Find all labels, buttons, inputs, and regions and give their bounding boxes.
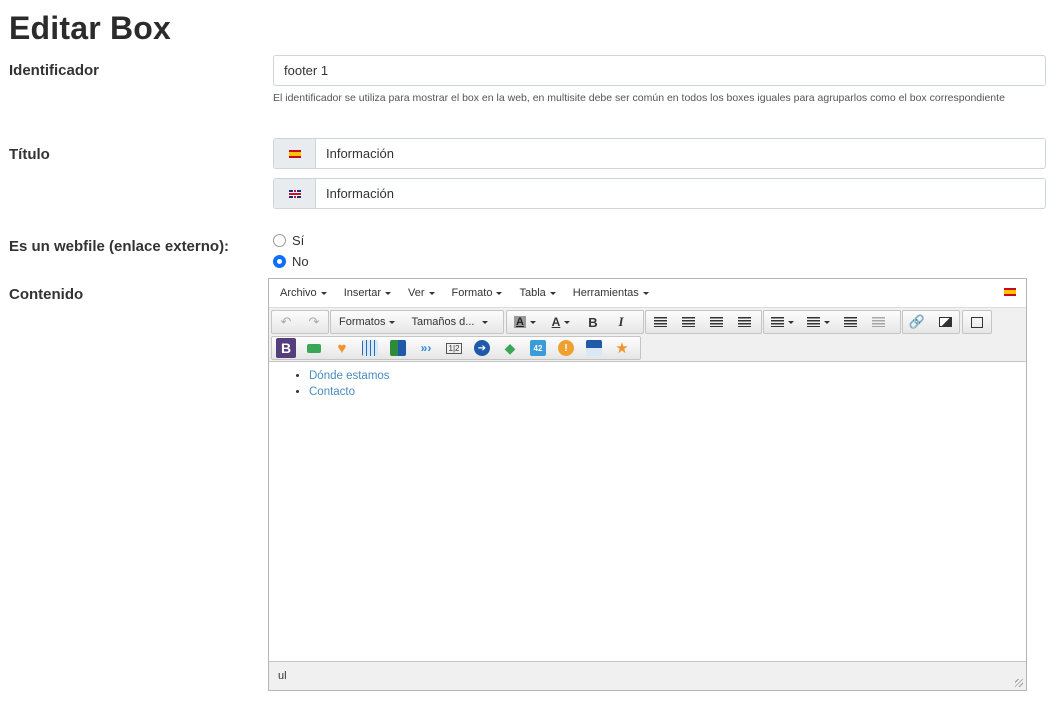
- title-input-en[interactable]: Información: [273, 178, 1046, 209]
- media-icon[interactable]: [963, 311, 991, 333]
- formats-dropdown[interactable]: Formatos: [331, 311, 403, 333]
- bootstrap-heart-icon[interactable]: ♥: [328, 337, 356, 359]
- text-style-group: A A B I: [506, 310, 644, 334]
- align-center-icon[interactable]: [674, 311, 702, 333]
- undo-icon[interactable]: ↶: [272, 311, 300, 333]
- align-left-icon[interactable]: [646, 311, 674, 333]
- caret-down-icon: [642, 291, 649, 295]
- flag-es-addon: [274, 139, 316, 168]
- format-select-group: Formatos Tamaños d...: [330, 310, 504, 334]
- menu-insertar[interactable]: Insertar: [338, 287, 397, 299]
- bootstrap-badge-icon[interactable]: 42: [524, 337, 552, 359]
- webfile-option-no[interactable]: No: [273, 254, 309, 269]
- editor-content-area[interactable]: Dónde estamos Contacto: [269, 362, 1026, 662]
- image-icon[interactable]: [931, 311, 959, 333]
- identifier-input[interactable]: footer 1: [273, 55, 1046, 86]
- menu-tabla[interactable]: Tabla: [513, 287, 561, 299]
- caret-down-icon: [320, 291, 327, 295]
- media-group: [962, 310, 992, 334]
- italic-icon[interactable]: I: [607, 311, 635, 333]
- element-path[interactable]: ul: [278, 670, 287, 682]
- bootstrap-alert-icon[interactable]: !: [552, 337, 580, 359]
- page-title: Editar Box: [9, 10, 172, 46]
- editor-statusbar: ul: [269, 661, 1026, 690]
- webfile-label: Es un webfile (enlace externo):: [9, 238, 230, 255]
- list-item: Contacto: [309, 384, 1026, 400]
- resize-handle-icon[interactable]: [1015, 679, 1023, 687]
- bootstrap-grid-icon[interactable]: [384, 337, 412, 359]
- title-value-es: Información: [326, 146, 394, 161]
- menu-ver[interactable]: Ver: [402, 287, 441, 299]
- editor-language-flag-icon[interactable]: [1004, 288, 1016, 296]
- bootstrap-breadcrumb-icon[interactable]: »›: [412, 337, 440, 359]
- list-group: [763, 310, 901, 334]
- bootstrap-icon-star-icon[interactable]: ★: [608, 337, 636, 359]
- bootstrap-table-icon[interactable]: [356, 337, 384, 359]
- background-color-icon[interactable]: A: [507, 311, 543, 333]
- insert-group: 🔗: [902, 310, 960, 334]
- content-list: Dónde estamos Contacto: [269, 368, 1026, 400]
- align-justify-icon[interactable]: [730, 311, 758, 333]
- bootstrap-pagination-icon[interactable]: 1|2: [440, 337, 468, 359]
- title-label: Título: [9, 146, 50, 163]
- radio-yes-label: Sí: [292, 233, 305, 248]
- align-right-icon[interactable]: [702, 311, 730, 333]
- rich-text-editor[interactable]: Archivo Insertar Ver Formato Tabla Herra…: [268, 278, 1027, 691]
- text-color-icon[interactable]: A: [543, 311, 579, 333]
- content-label: Contenido: [9, 286, 84, 303]
- caret-down-icon: [496, 291, 503, 295]
- title-input-es[interactable]: Información: [273, 138, 1046, 169]
- webfile-option-yes[interactable]: Sí: [273, 233, 304, 248]
- flag-es-icon: [288, 149, 301, 158]
- radio-no[interactable]: [273, 255, 286, 268]
- flag-en-icon: [288, 189, 301, 198]
- caret-down-icon: [389, 320, 396, 324]
- caret-down-icon: [428, 291, 435, 295]
- link-icon[interactable]: 🔗: [903, 311, 931, 333]
- bullet-list-icon[interactable]: [764, 311, 800, 333]
- font-size-dropdown[interactable]: Tamaños d...: [403, 311, 496, 333]
- indent-icon[interactable]: [864, 311, 892, 333]
- caret-down-icon: [549, 291, 556, 295]
- bootstrap-button-icon[interactable]: [300, 337, 328, 359]
- identifier-help-text: El identificador se utiliza para mostrar…: [273, 92, 1005, 104]
- caret-down-icon: [384, 291, 391, 295]
- menu-herramientas[interactable]: Herramientas: [567, 287, 655, 299]
- list-item: Dónde estamos: [309, 368, 1026, 384]
- bootstrap-label-icon[interactable]: ◆: [496, 337, 524, 359]
- menu-archivo[interactable]: Archivo: [274, 287, 333, 299]
- editor-menubar: Archivo Insertar Ver Formato Tabla Herra…: [269, 279, 1026, 307]
- flag-en-addon: [274, 179, 316, 208]
- bold-icon[interactable]: B: [579, 311, 607, 333]
- history-group: ↶ ↷: [271, 310, 329, 334]
- redo-icon[interactable]: ↷: [300, 311, 328, 333]
- editor-toolbar: ↶ ↷ Formatos Tamaños d... A A B I 🔗 B ♥ …: [269, 307, 1026, 362]
- bootstrap-next-icon[interactable]: ➔: [468, 337, 496, 359]
- bootstrap-icon[interactable]: B: [272, 337, 300, 359]
- identifier-label: Identificador: [9, 62, 100, 79]
- radio-no-label: No: [292, 254, 309, 269]
- bootstrap-group: B ♥ »› 1|2 ➔ ◆ 42 ! ★: [271, 336, 641, 360]
- radio-yes[interactable]: [273, 234, 286, 247]
- content-link[interactable]: Dónde estamos: [309, 370, 390, 382]
- caret-down-icon: [482, 320, 489, 324]
- alignment-group: [645, 310, 762, 334]
- bootstrap-panel-icon[interactable]: [580, 337, 608, 359]
- title-value-en: Información: [326, 186, 394, 201]
- outdent-icon[interactable]: [836, 311, 864, 333]
- numbered-list-icon[interactable]: [800, 311, 836, 333]
- content-link[interactable]: Contacto: [309, 386, 355, 398]
- menu-formato[interactable]: Formato: [446, 287, 509, 299]
